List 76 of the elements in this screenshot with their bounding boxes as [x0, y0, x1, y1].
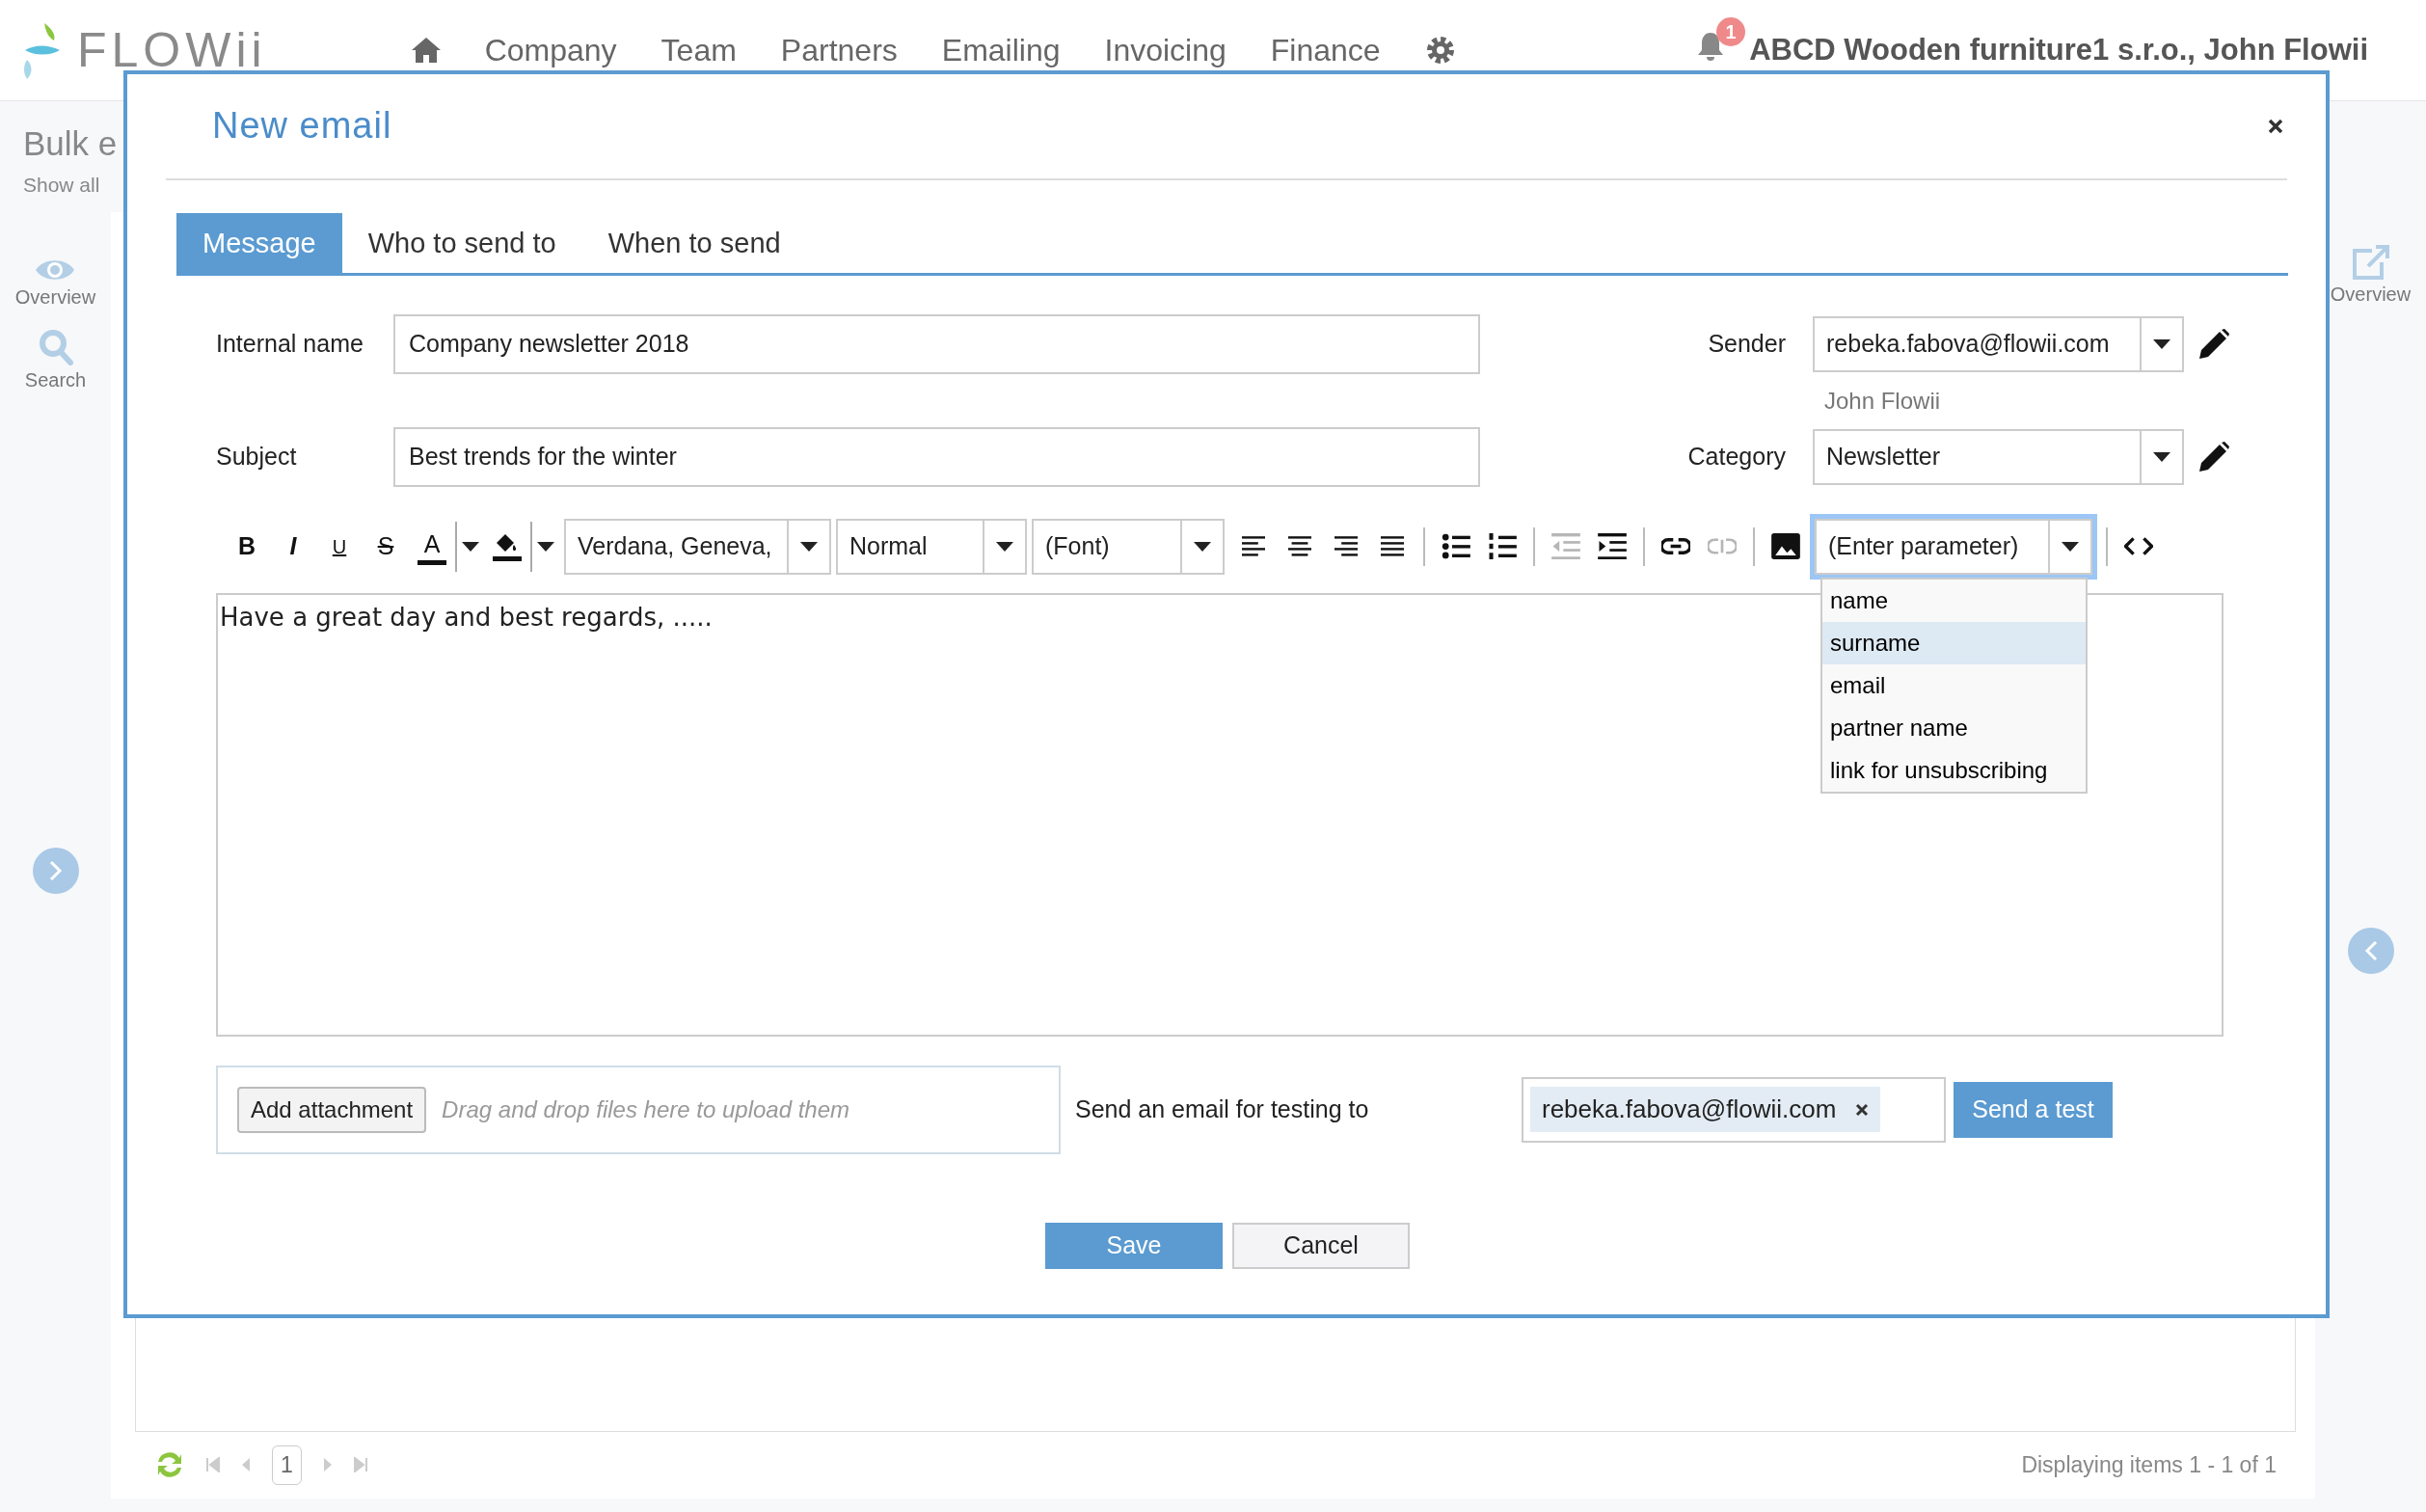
- field-label: Category: [1686, 441, 1787, 472]
- caret-icon: [2153, 338, 2170, 349]
- image-icon: [1771, 533, 1800, 559]
- chevron-right-icon: [48, 860, 63, 881]
- caret-icon: [996, 541, 1013, 552]
- menu-item[interactable]: email: [1822, 663, 2086, 707]
- caret-icon: [2153, 451, 2170, 462]
- attachment-dropzone[interactable]: Add attachment Drag and drop files here to upload them: [216, 1065, 1061, 1154]
- account-name[interactable]: ABCD Wooden furniture1 s.r.o., John Flowii: [1749, 27, 2368, 73]
- close-button[interactable]: [2268, 119, 2283, 134]
- close-icon: [2268, 119, 2283, 134]
- field-label: Subject: [216, 441, 298, 472]
- edit-icon[interactable]: [2197, 327, 2230, 361]
- caret-icon: [2062, 541, 2079, 552]
- remove-icon[interactable]: [1855, 1102, 1870, 1117]
- recipient-field[interactable]: rebeka.fabova@flowii.com: [1522, 1076, 1946, 1143]
- bold-button[interactable]: B: [224, 521, 270, 572]
- menu-item[interactable]: link for unsubscribing: [1822, 748, 2086, 792]
- nav-link[interactable]: Company: [484, 27, 617, 73]
- text-field[interactable]: Company newsletter 2018: [393, 313, 1480, 374]
- nav-link[interactable]: Emailing: [941, 27, 1061, 73]
- select-field[interactable]: Normal: [836, 518, 1027, 575]
- sidebar-item[interactable]: Search: [24, 329, 87, 394]
- select-field[interactable]: (Font): [1032, 518, 1225, 575]
- settings-icon[interactable]: [1424, 35, 1456, 66]
- align-center-icon: [1287, 534, 1312, 558]
- external-link-icon: [2351, 245, 2390, 280]
- chevron-left-icon: [2363, 940, 2378, 961]
- numbered-list-icon: [1488, 533, 1517, 559]
- tab[interactable]: Who to send to: [341, 213, 582, 273]
- brand-name: FLOWii: [77, 21, 267, 79]
- edit-icon[interactable]: [2197, 440, 2230, 473]
- sidebar-item[interactable]: Overview: [14, 257, 96, 311]
- select-field[interactable]: rebeka.fabova@flowii.com: [1813, 315, 2184, 372]
- caret-icon: [537, 541, 554, 552]
- bell-icon[interactable]: [1697, 31, 1725, 62]
- notification-badge: 1: [1716, 17, 1746, 46]
- page-title: Bulk e: [23, 123, 118, 164]
- tab[interactable]: When to send: [581, 213, 807, 273]
- caret-icon: [1194, 541, 1211, 552]
- search-icon: [38, 329, 73, 365]
- indent-icon: [1598, 533, 1627, 559]
- field-label: Internal name: [216, 328, 364, 359]
- cancel-button[interactable]: Cancel: [1232, 1222, 1410, 1269]
- bullet-list-icon: [1442, 533, 1470, 559]
- menu-item[interactable]: partner name: [1822, 706, 2086, 749]
- underline-button[interactable]: U: [316, 521, 363, 572]
- nav-link[interactable]: Team: [660, 27, 737, 73]
- strikethrough-button[interactable]: S: [363, 521, 409, 572]
- dropzone-placeholder: Drag and drop files here to upload them: [442, 1094, 850, 1124]
- add-attachment-button[interactable]: Add attachment: [237, 1086, 427, 1133]
- align-right-icon: [1334, 534, 1359, 558]
- text-color-button[interactable]: A: [418, 527, 446, 565]
- home-icon[interactable]: [411, 38, 441, 63]
- select-field[interactable]: Verdana, Geneva,: [564, 518, 831, 575]
- text-field[interactable]: Best trends for the winter: [393, 426, 1480, 487]
- nav-link[interactable]: Finance: [1270, 27, 1381, 73]
- recipient-email: rebeka.fabova@flowii.com: [1542, 1094, 1837, 1125]
- caret-icon: [462, 541, 479, 552]
- caret-icon: [800, 541, 818, 552]
- sidebar-item[interactable]: Overview: [2330, 245, 2412, 309]
- nav-link[interactable]: Invoicing: [1104, 27, 1226, 73]
- field-label: Sender: [1707, 328, 1787, 359]
- page-number[interactable]: 1: [272, 1445, 302, 1485]
- outdent-icon: [1551, 533, 1580, 559]
- menu-item[interactable]: surname: [1822, 621, 2086, 664]
- select-field[interactable]: Newsletter: [1813, 428, 2184, 485]
- items-summary: Displaying items 1 - 1 of 1: [2021, 1451, 2277, 1479]
- nav-link[interactable]: Partners: [780, 27, 898, 73]
- eye-icon: [36, 257, 75, 283]
- sender-name: John Flowii: [1824, 387, 1941, 416]
- align-justify-icon: [1380, 534, 1405, 558]
- italic-button[interactable]: I: [270, 521, 316, 572]
- modal-title: New email: [212, 104, 392, 148]
- test-email-label: Send an email for testing to: [1074, 1094, 1370, 1124]
- align-left-icon: [1241, 534, 1266, 558]
